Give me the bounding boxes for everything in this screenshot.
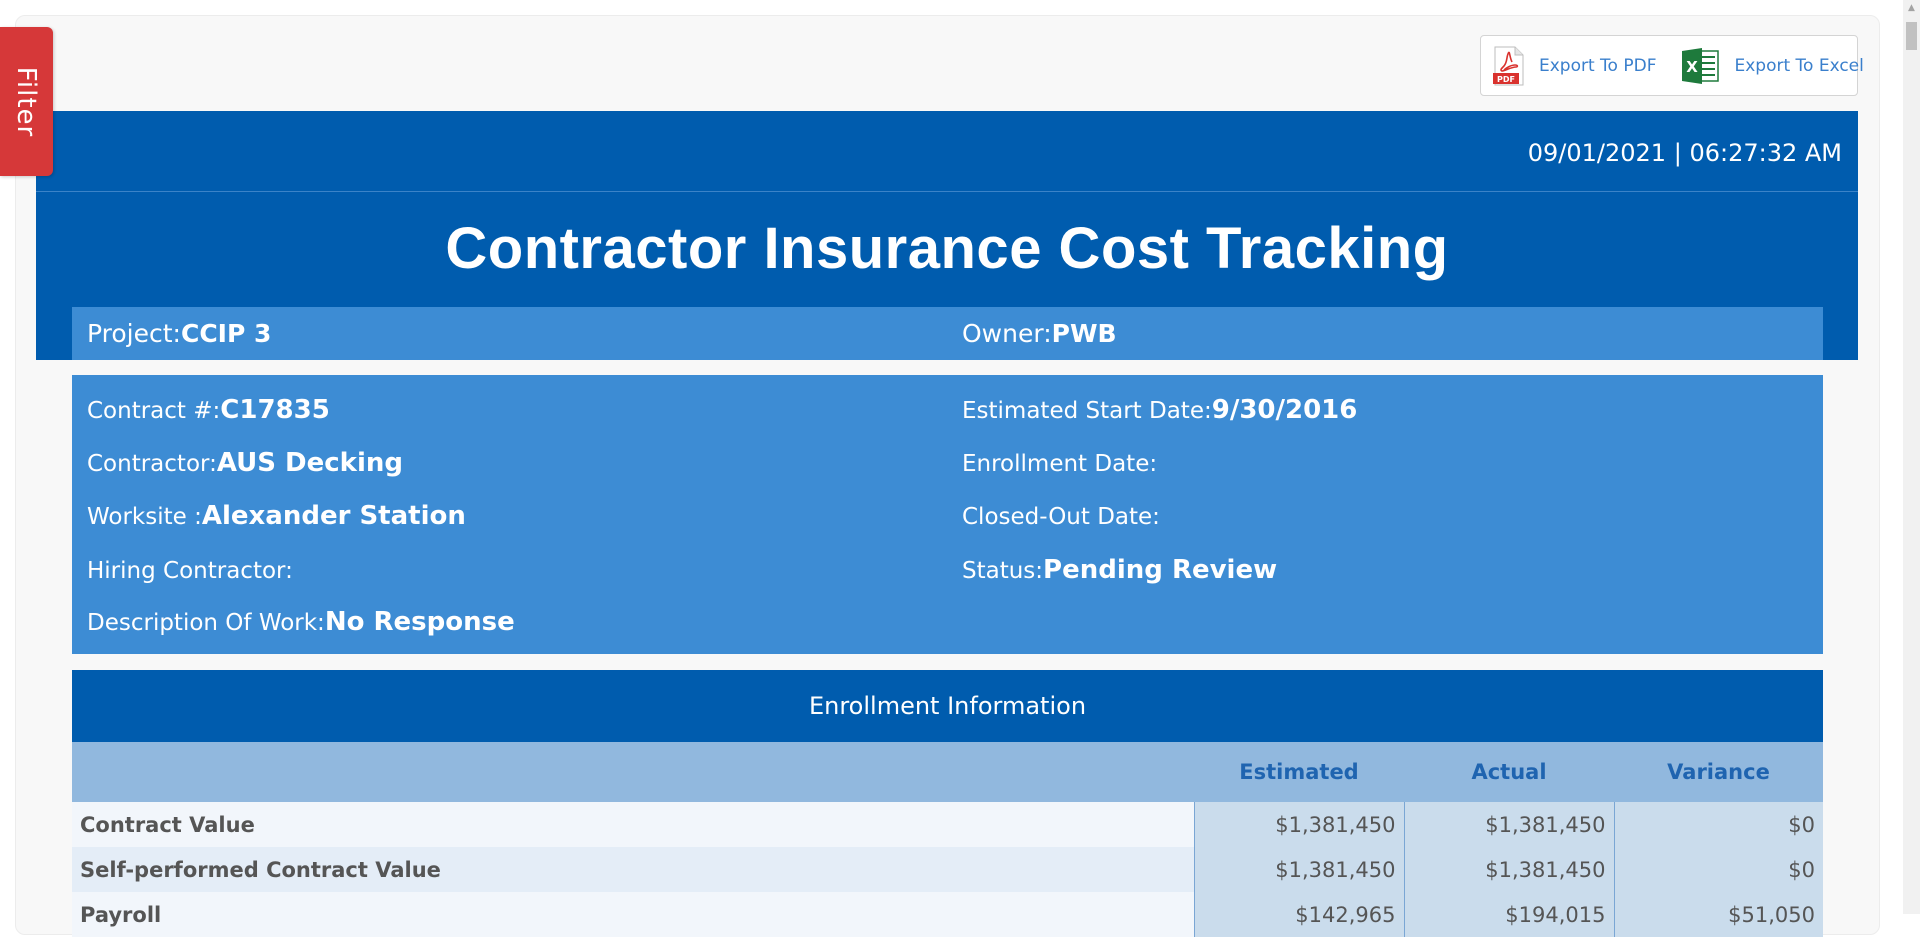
header-divider	[36, 191, 1858, 192]
report-datetime: 09/01/2021 | 06:27:32 AM	[1528, 139, 1842, 167]
scroll-up-arrow-icon[interactable]: ▲	[1903, 0, 1920, 17]
estimated-cell: $1,381,450	[1193, 847, 1404, 892]
hiring-contractor-label: Hiring Contractor:	[87, 558, 293, 584]
description-value: No Response	[324, 607, 515, 637]
start-date-label: Estimated Start Date:	[962, 398, 1212, 424]
column-header-estimated: Estimated	[1194, 742, 1404, 802]
description-label: Description Of Work:	[87, 610, 325, 636]
filter-tab-label: Filter	[11, 66, 42, 137]
contract-number-value: C17835	[220, 395, 330, 425]
contract-details-panel: Contract #:C17835 Contractor:AUS Decking…	[72, 375, 1823, 654]
worksite-label: Worksite :	[87, 504, 202, 530]
estimated-cell: $142,965	[1193, 892, 1404, 937]
hiring-contractor-field: Hiring Contractor:	[87, 555, 293, 585]
svg-text:X: X	[1687, 58, 1699, 76]
contractor-field: Contractor:AUS Decking	[87, 448, 403, 478]
start-date-value: 9/30/2016	[1211, 395, 1358, 425]
vertical-scrollbar[interactable]: ▲	[1903, 0, 1920, 914]
enrollment-table: Estimated Actual Variance Contract Value…	[72, 742, 1823, 937]
project-info-row: Project:CCIP 3 Owner:PWB	[72, 307, 1823, 360]
status-field: Status:Pending Review	[962, 555, 1277, 585]
table-row: Self-performed Contract Value $1,381,450…	[72, 847, 1823, 892]
worksite-value: Alexander Station	[201, 501, 466, 531]
status-value: Pending Review	[1043, 555, 1278, 585]
contract-number-label: Contract #:	[87, 398, 221, 424]
pdf-file-icon: PDF	[1493, 46, 1525, 86]
start-date-field: Estimated Start Date:9/30/2016	[962, 395, 1357, 425]
row-label: Payroll	[72, 892, 1194, 937]
actual-cell: $194,015	[1403, 892, 1614, 937]
contract-number-field: Contract #:C17835	[87, 395, 330, 425]
report-date: 09/01/2021	[1527, 139, 1667, 167]
excel-file-icon: X	[1680, 46, 1720, 86]
project-field: Project:CCIP 3	[87, 319, 271, 348]
datetime-separator: |	[1673, 139, 1682, 167]
contractor-label: Contractor:	[87, 451, 217, 477]
enrollment-section-title: Enrollment Information	[72, 670, 1823, 742]
scrollbar-thumb[interactable]	[1906, 22, 1917, 50]
description-field: Description Of Work:No Response	[87, 607, 515, 637]
owner-label: Owner:	[962, 319, 1052, 348]
export-pdf-label: Export To PDF	[1539, 55, 1657, 76]
export-excel-label: Export To Excel	[1734, 55, 1864, 76]
actual-cell: $1,381,450	[1403, 802, 1614, 847]
column-header-actual: Actual	[1404, 742, 1614, 802]
page-title: Contractor Insurance Cost Tracking	[445, 216, 1449, 281]
worksite-field: Worksite :Alexander Station	[87, 501, 466, 531]
project-value: CCIP 3	[180, 319, 272, 348]
closed-out-date-field: Closed-Out Date:	[962, 501, 1160, 531]
export-toolbar: PDF Export To PDF X Export To Excel	[1480, 35, 1864, 96]
column-header-variance: Variance	[1614, 742, 1823, 802]
contractor-value: AUS Decking	[216, 448, 403, 478]
enrollment-date-label: Enrollment Date:	[962, 451, 1158, 477]
project-label: Project:	[87, 319, 181, 348]
row-label: Self-performed Contract Value	[72, 847, 1194, 892]
status-label: Status:	[962, 558, 1044, 584]
variance-cell: $0	[1613, 847, 1823, 892]
variance-cell: $0	[1613, 802, 1823, 847]
report-time: 06:27:32 AM	[1689, 139, 1842, 167]
variance-cell: $51,050	[1613, 892, 1823, 937]
estimated-cell: $1,381,450	[1193, 802, 1404, 847]
row-label: Contract Value	[72, 802, 1194, 847]
svg-text:PDF: PDF	[1497, 75, 1515, 84]
owner-field: Owner:PWB	[962, 319, 1117, 348]
filter-tab-button[interactable]: Filter	[0, 27, 53, 176]
column-header-label	[72, 742, 1194, 802]
export-pdf-button[interactable]: PDF Export To PDF	[1481, 36, 1668, 95]
table-row: Payroll $142,965 $194,015 $51,050	[72, 892, 1823, 937]
table-row: Contract Value $1,381,450 $1,381,450 $0	[72, 802, 1823, 847]
actual-cell: $1,381,450	[1403, 847, 1614, 892]
export-excel-button[interactable]: X Export To Excel	[1668, 36, 1875, 95]
enrollment-date-field: Enrollment Date:	[962, 448, 1157, 478]
table-header-row: Estimated Actual Variance	[72, 742, 1823, 802]
owner-value: PWB	[1051, 319, 1117, 348]
closed-out-date-label: Closed-Out Date:	[962, 504, 1160, 530]
